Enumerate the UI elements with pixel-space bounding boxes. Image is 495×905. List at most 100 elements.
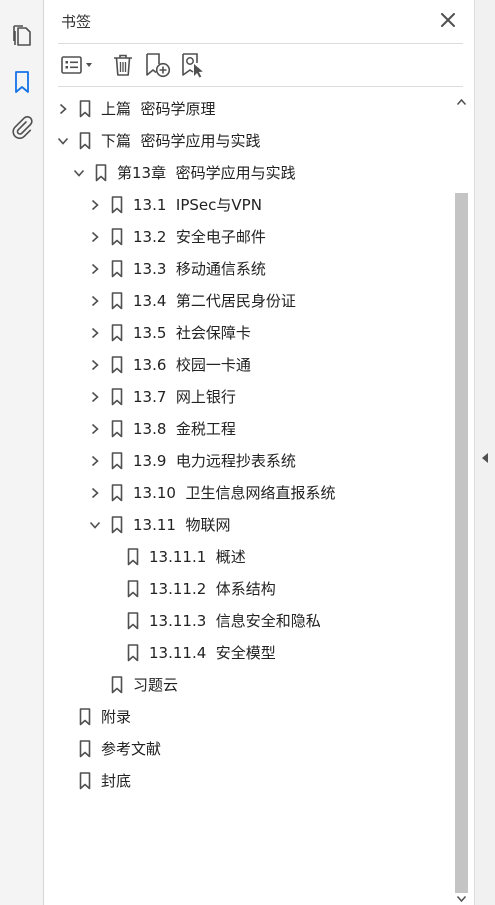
scroll-up-button[interactable] (455, 95, 468, 109)
collapse-toggle[interactable] (87, 517, 103, 533)
chevron-right-icon (91, 423, 99, 435)
bookmark-label: 第13章 密码学应用与实践 (117, 164, 296, 182)
options-menu-button[interactable] (60, 52, 96, 78)
attachment-icon[interactable] (8, 113, 36, 141)
collapse-panel-button[interactable] (480, 448, 490, 468)
navigation-rail (0, 0, 44, 905)
bookmark-item[interactable]: 13.1 IPSec与VPN (44, 189, 454, 221)
bookmark-label: 附录 (101, 708, 132, 726)
bookmark-icon (127, 644, 139, 662)
delete-button[interactable] (111, 52, 135, 78)
bookmark-item[interactable]: 13.6 校园一卡通 (44, 349, 454, 381)
bookmark-item[interactable]: 封底 (44, 765, 454, 797)
expand-toggle[interactable] (87, 229, 103, 245)
bookmark-icon (79, 772, 91, 790)
chevron-right-icon (91, 359, 99, 371)
panel-title: 书签 (61, 13, 92, 31)
collapse-toggle[interactable] (71, 165, 87, 181)
chevron-right-icon (91, 231, 99, 243)
bookmark-tree: 版权前言目录开篇 密码学典故上篇 密码学原理下篇 密码学应用与实践第13章 密码… (44, 87, 454, 905)
bookmark-item[interactable]: 13.11.1 概述 (44, 541, 454, 573)
close-icon (441, 13, 455, 27)
bookmark-label: 13.11.1 概述 (149, 548, 246, 566)
expand-toggle[interactable] (87, 197, 103, 213)
expand-toggle[interactable] (87, 261, 103, 277)
bookmark-label: 13.5 社会保障卡 (133, 324, 251, 342)
bookmark-icon (79, 708, 91, 726)
bookmark-label: 13.1 IPSec与VPN (133, 196, 262, 214)
new-bookmark-icon (146, 53, 171, 78)
new-bookmark-button[interactable] (144, 52, 172, 78)
bookmark-icon (111, 676, 123, 694)
bookmark-item[interactable]: 第13章 密码学应用与实践 (44, 157, 454, 189)
expand-toggle[interactable] (87, 357, 103, 373)
bookmark-label: 13.11.2 体系结构 (149, 580, 276, 598)
bookmark-item[interactable]: 参考文献 (44, 733, 454, 765)
bookmark-label: 参考文献 (101, 740, 162, 758)
bookmark-label: 13.11.4 安全模型 (149, 644, 276, 662)
bookmark-icon (111, 484, 123, 502)
bookmark-label: 13.6 校园一卡通 (133, 356, 251, 374)
bookmark-item[interactable]: 上篇 密码学原理 (44, 93, 454, 125)
expand-toggle[interactable] (87, 485, 103, 501)
chevron-right-icon (91, 199, 99, 211)
bookmark-item[interactable]: 附录 (44, 701, 454, 733)
close-button[interactable] (438, 10, 458, 30)
bookmark-item[interactable]: 13.9 电力远程抄表系统 (44, 445, 454, 477)
bookmark-item[interactable]: 13.10 卫生信息网络直报系统 (44, 477, 454, 509)
bookmark-item[interactable]: 下篇 密码学应用与实践 (44, 125, 454, 157)
expand-toggle[interactable] (87, 389, 103, 405)
bookmark-icon (111, 228, 123, 246)
bookmark-icon[interactable] (8, 68, 36, 96)
bookmark-label: 封底 (101, 772, 132, 790)
bookmark-item[interactable]: 13.11.2 体系结构 (44, 573, 454, 605)
bookmark-item[interactable]: 13.3 移动通信系统 (44, 253, 454, 285)
bookmark-label: 13.10 卫生信息网络直报系统 (133, 484, 336, 502)
bookmark-label: 13.2 安全电子邮件 (133, 228, 266, 246)
pages-icon[interactable] (8, 22, 36, 50)
expand-toggle[interactable] (87, 325, 103, 341)
expand-toggle[interactable] (87, 293, 103, 309)
bookmarks-toolbar (44, 44, 474, 86)
bookmark-item[interactable]: 13.2 安全电子邮件 (44, 221, 454, 253)
bookmark-icon (111, 356, 123, 374)
bookmark-item[interactable]: 13.11 物联网 (44, 509, 454, 541)
chevron-right-icon (91, 327, 99, 339)
chevron-down-icon (456, 896, 467, 903)
bookmark-item[interactable]: 习题云 (44, 669, 454, 701)
bookmark-item[interactable]: 13.7 网上银行 (44, 381, 454, 413)
scrollbar-thumb[interactable] (455, 193, 468, 893)
bookmark-tree-content: 版权前言目录开篇 密码学典故上篇 密码学原理下篇 密码学应用与实践第13章 密码… (44, 87, 454, 797)
scroll-down-button[interactable] (455, 893, 468, 905)
chevron-down-icon (57, 137, 69, 145)
bookmark-item[interactable]: 13.11.4 安全模型 (44, 637, 454, 669)
bookmark-icon (127, 548, 139, 566)
bookmark-icon (111, 292, 123, 310)
chevron-right-icon (91, 263, 99, 275)
bookmark-item[interactable]: 13.4 第二代居民身份证 (44, 285, 454, 317)
caret-left-icon (482, 453, 488, 463)
chevron-down-icon (89, 521, 101, 529)
bookmark-label: 上篇 密码学原理 (101, 100, 216, 118)
chevron-right-icon (59, 103, 67, 115)
bookmark-icon (111, 196, 123, 214)
bookmark-icon (95, 164, 107, 182)
expand-toggle[interactable] (87, 421, 103, 437)
bookmark-item[interactable]: 13.8 金税工程 (44, 413, 454, 445)
bookmark-icon (111, 324, 123, 342)
collapse-toggle[interactable] (55, 133, 71, 149)
chevron-up-icon (456, 98, 467, 105)
expand-toggle[interactable] (55, 101, 71, 117)
bookmark-label: 13.3 移动通信系统 (133, 260, 266, 278)
chevron-down-icon (73, 169, 85, 177)
bookmark-from-selection-button[interactable] (180, 52, 206, 78)
bookmark-item[interactable]: 13.11.3 信息安全和隐私 (44, 605, 454, 637)
bookmark-item[interactable]: 13.5 社会保障卡 (44, 317, 454, 349)
options-menu-icon (61, 56, 92, 74)
bookmark-icon (111, 260, 123, 278)
bookmark-label: 13.4 第二代居民身份证 (133, 292, 296, 310)
bookmark-icon (79, 740, 91, 758)
expand-toggle[interactable] (87, 453, 103, 469)
chevron-right-icon (91, 295, 99, 307)
bookmark-icon (111, 388, 123, 406)
